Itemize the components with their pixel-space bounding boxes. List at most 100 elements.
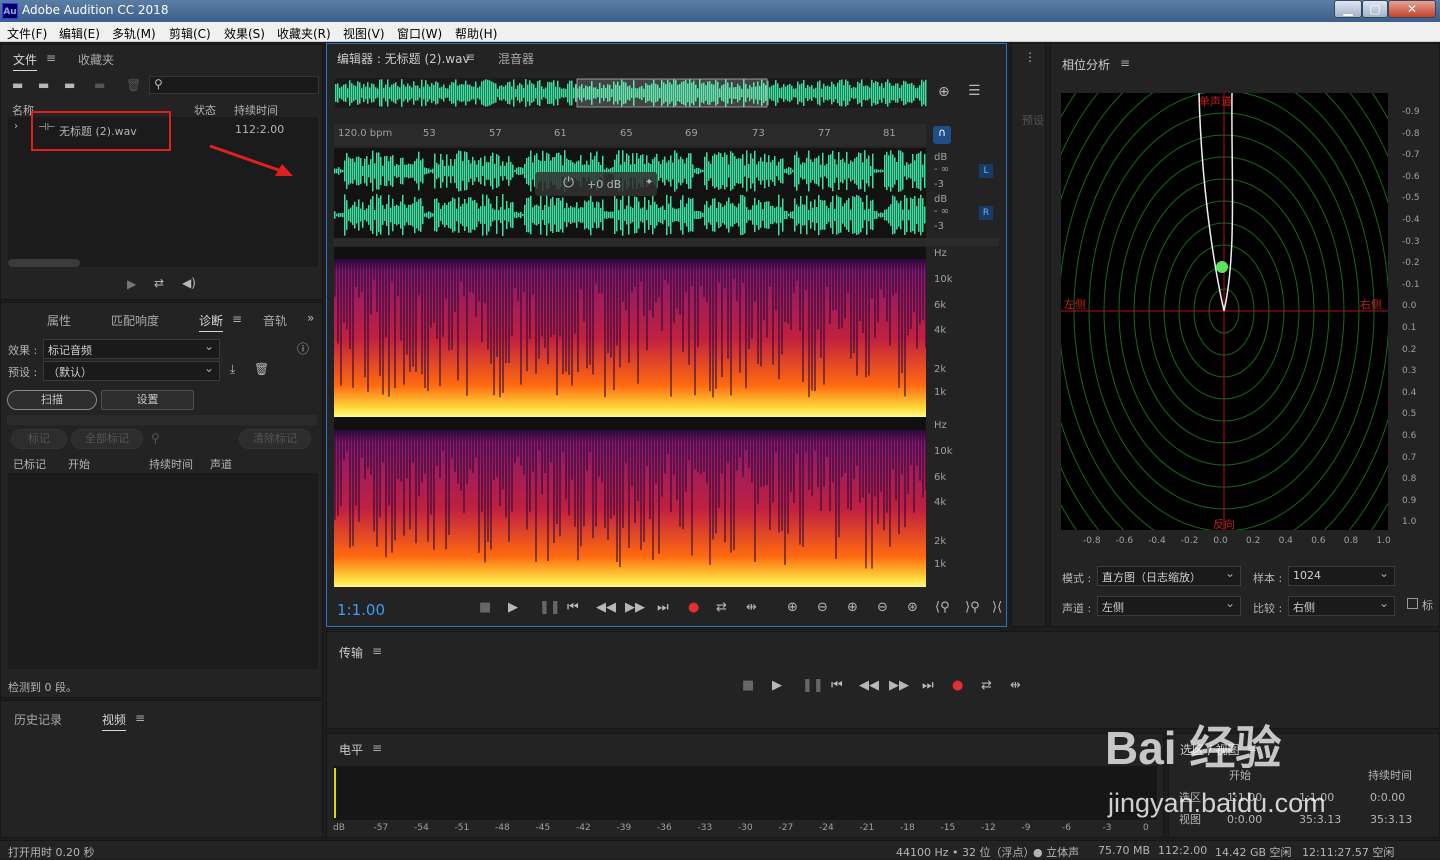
current-time[interactable]: 1:1.00 (337, 601, 385, 619)
tab-editor[interactable]: 编辑器 : 无标题 (2).wav (337, 50, 470, 69)
zoom-in-amplitude-icon[interactable]: ⊕ (787, 600, 798, 615)
panel-menu-icon[interactable]: ≡ (46, 51, 56, 65)
menu-window[interactable]: 窗口(W) (397, 25, 442, 42)
divider-grip[interactable] (7, 415, 317, 425)
channel-l-button[interactable]: L (979, 164, 993, 178)
pin-icon[interactable]: ✦ (645, 177, 653, 188)
minimize-button[interactable]: ▁ (1334, 0, 1362, 18)
col-start[interactable]: 开始 (68, 456, 90, 472)
spectral-toggle-icon[interactable]: ☰ (968, 83, 981, 99)
mark-button[interactable]: 标记 (11, 429, 67, 449)
delete-icon[interactable]: 🗑 (126, 78, 141, 92)
pause-icon[interactable]: ❚❚ (539, 600, 561, 615)
record-icon[interactable]: ● (952, 678, 963, 693)
tab-history[interactable]: 历史记录 (14, 711, 62, 728)
loop-icon[interactable]: ⇄ (981, 678, 992, 693)
zoom-out-time-icon[interactable]: ⊖ (877, 600, 888, 615)
panel-menu-icon[interactable]: ≡ (372, 741, 382, 755)
col-channel[interactable]: 声道 (210, 456, 232, 472)
menu-view[interactable]: 视图(V) (343, 25, 385, 42)
clear-marks-button[interactable]: 清除标记 (239, 429, 311, 449)
new-file-icon[interactable]: ▬ (64, 78, 75, 92)
skip-icon[interactable]: ⇹ (746, 600, 757, 615)
menu-file[interactable]: 文件(F) (7, 25, 47, 42)
open-folder-icon[interactable]: ▬ (12, 78, 23, 92)
to-start-icon[interactable]: ⏮ (567, 600, 579, 615)
horizontal-scrollbar[interactable] (8, 259, 80, 267)
menu-help[interactable]: 帮助(H) (455, 25, 497, 42)
zoom-fit-icon[interactable]: ⊕ (938, 84, 950, 100)
expand-chevron-icon[interactable]: › (14, 121, 18, 132)
sample-select[interactable]: 1024 (1288, 566, 1395, 586)
zoom-in-time-icon[interactable]: ⊕ (847, 600, 858, 615)
tab-favorites[interactable]: 收藏夹 (78, 51, 114, 68)
play-icon[interactable]: ▶ (772, 678, 782, 693)
preset-select[interactable]: （默认） (43, 361, 220, 381)
timeline-ruler[interactable]: 120.0 bpm 53 57 61 65 69 73 77 81 (334, 124, 926, 146)
divider-grip[interactable] (334, 238, 999, 246)
channel-r-button[interactable]: R (979, 206, 993, 220)
sel-duration[interactable]: 0:0.00 (1370, 791, 1405, 804)
presets-label[interactable]: 预设 (1022, 112, 1044, 128)
tab-match-loudness[interactable]: 匹配响度 (111, 312, 159, 329)
panel-menu-icon[interactable]: ≡ (372, 644, 382, 658)
to-start-icon[interactable]: ⏮ (831, 678, 843, 693)
mark-all-button[interactable]: 全部标记 (71, 429, 143, 449)
hud-volume[interactable]: ⏻ +0 dB ✦ (535, 172, 657, 196)
tab-files[interactable]: 文件 (13, 51, 38, 71)
panel-menu-icon[interactable]: ≡ (135, 711, 145, 725)
pause-icon[interactable]: ❚❚ (802, 678, 824, 693)
play-icon[interactable]: ▶ (508, 600, 518, 615)
fast-forward-icon[interactable]: ▶▶ (889, 678, 909, 693)
skip-icon[interactable]: ⇹ (1010, 678, 1021, 693)
zoom-out-point-icon[interactable]: ⟩⚲ (965, 600, 980, 615)
to-end-icon[interactable]: ⏭ (657, 600, 669, 615)
panel-menu-icon[interactable]: ≡ (232, 312, 242, 326)
zoom-in-point-icon[interactable]: ⟨⚲ (935, 600, 950, 615)
stop-icon[interactable]: ■ (479, 600, 491, 615)
mode-select[interactable]: 直方图（日志缩放） (1097, 566, 1241, 586)
panel-menu-icon[interactable]: ≡ (465, 50, 475, 64)
rewind-icon[interactable]: ◀◀ (596, 600, 616, 615)
panel-menu-icon[interactable]: ⋮ (1024, 50, 1036, 64)
view-duration[interactable]: 35:3.13 (1370, 813, 1412, 826)
save-preset-icon[interactable]: ⤓ (230, 362, 235, 377)
menu-clip[interactable]: 剪辑(C) (169, 25, 211, 42)
autoplay-icon[interactable]: ◀) (182, 276, 196, 290)
import-icon[interactable]: ▬ (38, 78, 49, 92)
zoom-selection-icon[interactable]: ⟩⟨ (992, 600, 1002, 615)
record-icon[interactable]: ● (688, 600, 699, 615)
snap-magnet-icon[interactable]: ∩ (933, 126, 951, 144)
settings-button[interactable]: 设置 (101, 390, 194, 410)
insert-icon[interactable]: ▬ (94, 78, 105, 92)
scan-button[interactable]: 扫描 (7, 390, 97, 410)
fast-forward-icon[interactable]: ▶▶ (625, 600, 645, 615)
tab-properties[interactable]: 属性 (47, 312, 71, 329)
col-status[interactable]: 状态 (194, 102, 216, 118)
mark-checkbox[interactable] (1407, 598, 1418, 609)
close-button[interactable]: ✕ (1388, 0, 1436, 18)
volume-knob-icon[interactable]: ⏻ (563, 175, 574, 191)
tab-mixer[interactable]: 混音器 (498, 50, 534, 67)
maximize-button[interactable]: ▢ (1362, 0, 1388, 18)
play-icon[interactable]: ▶ (127, 277, 136, 291)
col-duration[interactable]: 持续时间 (234, 102, 278, 118)
menu-edit[interactable]: 编辑(E) (59, 25, 100, 42)
overflow-chevron-icon[interactable]: » (307, 311, 314, 325)
loop-icon[interactable]: ⇄ (716, 600, 727, 615)
tab-tracks[interactable]: 音轨 (263, 312, 287, 329)
rewind-icon[interactable]: ◀◀ (859, 678, 879, 693)
panel-menu-icon[interactable]: ≡ (1120, 56, 1130, 70)
info-icon[interactable]: ⓘ (297, 340, 309, 357)
col-duration[interactable]: 持续时间 (149, 456, 193, 472)
effect-select[interactable]: 标记音频 (43, 339, 220, 359)
loop-icon[interactable]: ⇄ (154, 276, 164, 290)
zoom-out-amplitude-icon[interactable]: ⊖ (817, 600, 828, 615)
overview-waveform[interactable] (335, 78, 927, 108)
search-input[interactable]: ⚲ (149, 76, 319, 94)
menu-favorites[interactable]: 收藏夹(R) (277, 25, 331, 42)
channel-select[interactable]: 左侧 (1097, 596, 1241, 616)
tab-diagnostics[interactable]: 诊断 (199, 312, 224, 332)
compare-select[interactable]: 右侧 (1288, 596, 1395, 616)
to-end-icon[interactable]: ⏭ (922, 678, 934, 693)
